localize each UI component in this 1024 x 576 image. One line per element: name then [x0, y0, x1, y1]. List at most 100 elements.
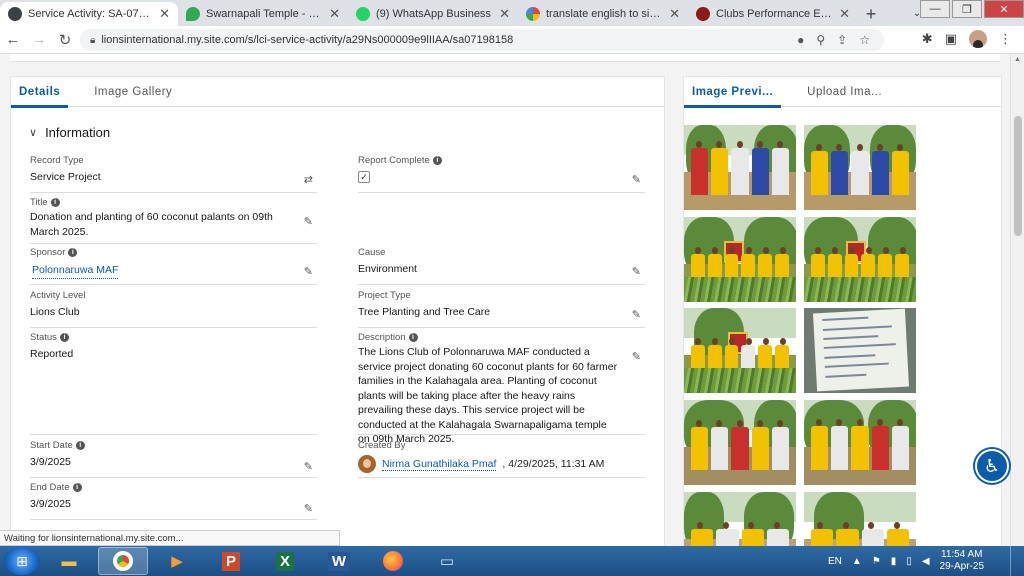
- creator-link[interactable]: Nirma Gunathilaka Pmaf: [382, 458, 497, 471]
- field-label: Activity Level: [30, 290, 86, 301]
- person: [771, 420, 790, 470]
- firefox-icon[interactable]: [368, 547, 418, 575]
- menu-kebab-icon[interactable]: ⋮: [999, 31, 1012, 47]
- field-label-wrap: Title i: [30, 197, 317, 208]
- field-sponsor: Sponsor i Polonnaruwa MAF ✎: [30, 247, 317, 285]
- profile-avatar[interactable]: [969, 30, 987, 48]
- page-scrollbar[interactable]: ▲: [1010, 54, 1024, 546]
- gallery-image[interactable]: [684, 125, 796, 210]
- gallery-image[interactable]: [684, 400, 796, 485]
- action-center-icon[interactable]: ⚑: [872, 556, 881, 567]
- battery-icon[interactable]: ▯: [906, 556, 912, 567]
- person: [891, 143, 910, 195]
- gallery-image[interactable]: [684, 217, 796, 302]
- network-icon[interactable]: ▮: [891, 556, 897, 567]
- scrollbar-thumb[interactable]: [1014, 116, 1022, 236]
- photo-plants: [684, 367, 796, 393]
- clock[interactable]: 11:54 AM 29-Apr-25: [940, 549, 984, 573]
- back-arrow-icon[interactable]: ←: [0, 31, 26, 48]
- browser-tab-maps[interactable]: Swarnapali Temple - Google M ✕: [178, 2, 348, 26]
- share-icon[interactable]: ⇪: [837, 33, 847, 47]
- gallery-image[interactable]: [804, 492, 916, 546]
- close-tab-icon[interactable]: ✕: [499, 6, 510, 22]
- browser-tab-clubs-performance[interactable]: Clubs Performance Evaluation ✕: [688, 2, 858, 26]
- close-window-button[interactable]: ✕: [984, 0, 1024, 18]
- gallery-image[interactable]: [684, 308, 796, 393]
- header-strip: [10, 54, 1000, 62]
- chevron-down-icon[interactable]: ∨: [29, 126, 37, 139]
- extensions-icon[interactable]: ✱: [922, 31, 933, 47]
- show-hidden-icons-icon[interactable]: ▲: [852, 556, 862, 567]
- volume-icon[interactable]: ◀: [922, 556, 930, 567]
- chrome-icon[interactable]: [98, 547, 148, 575]
- edit-pencil-icon[interactable]: ✎: [632, 350, 641, 363]
- close-tab-icon[interactable]: ✕: [669, 6, 680, 22]
- remote-desktop-icon[interactable]: ▭: [422, 547, 472, 575]
- info-icon[interactable]: i: [68, 248, 78, 257]
- tab-details[interactable]: Details: [11, 77, 69, 108]
- browser-tab-label: translate english to sinhala - G: [546, 8, 665, 20]
- url-text[interactable]: lionsinternational.my.site.com/s/lci-ser…: [101, 34, 513, 46]
- excel-icon[interactable]: X: [260, 547, 310, 575]
- edit-pencil-icon[interactable]: ✎: [304, 502, 313, 515]
- field-label-wrap: Sponsor i: [30, 247, 317, 258]
- forward-arrow-icon[interactable]: →: [26, 31, 52, 48]
- field-value: Environment: [358, 263, 417, 275]
- tab-image-gallery[interactable]: Image Gallery: [86, 77, 180, 107]
- gallery-image[interactable]: [804, 400, 916, 485]
- edit-pencil-icon[interactable]: ✎: [632, 173, 641, 186]
- photo-people: [690, 140, 790, 195]
- side-panel-icon[interactable]: ▣: [945, 31, 957, 47]
- information-section-header[interactable]: ∨ Information: [29, 125, 110, 140]
- file-explorer-icon[interactable]: ▬: [44, 547, 94, 575]
- media-player-icon[interactable]: ▶: [152, 547, 202, 575]
- location-icon[interactable]: ●: [797, 33, 804, 47]
- change-record-type-icon[interactable]: ⇄: [304, 173, 313, 186]
- powerpoint-icon[interactable]: P: [206, 547, 256, 575]
- scroll-up-icon[interactable]: ▲: [1014, 56, 1021, 63]
- minimize-button[interactable]: —: [920, 0, 950, 18]
- zoom-icon[interactable]: ⚲: [816, 33, 825, 47]
- close-tab-icon[interactable]: ✕: [159, 6, 170, 22]
- info-icon[interactable]: i: [432, 156, 442, 165]
- user-avatar: [358, 455, 376, 473]
- info-icon[interactable]: i: [59, 333, 69, 342]
- tab-upload-image[interactable]: Upload Ima...: [799, 77, 890, 107]
- info-icon[interactable]: i: [408, 333, 418, 342]
- edit-pencil-icon[interactable]: ✎: [304, 460, 313, 473]
- edit-pencil-icon[interactable]: ✎: [304, 215, 313, 228]
- show-desktop-button[interactable]: [1010, 546, 1024, 576]
- start-button[interactable]: ⊞: [4, 547, 40, 575]
- browser-tab-service-activity[interactable]: Service Activity: SA-07198158 ✕: [0, 2, 178, 26]
- person: [831, 418, 849, 470]
- info-icon[interactable]: i: [72, 483, 82, 492]
- person: [871, 418, 889, 470]
- field-label: Status: [30, 332, 57, 343]
- sponsor-link[interactable]: Polonnaruwa MAF: [32, 263, 119, 279]
- browser-tab-google-translate[interactable]: translate english to sinhala - G ✕: [518, 2, 688, 26]
- close-tab-icon[interactable]: ✕: [839, 6, 850, 22]
- gallery-image[interactable]: [804, 217, 916, 302]
- info-icon[interactable]: i: [75, 441, 85, 450]
- edit-pencil-icon[interactable]: ✎: [632, 265, 641, 278]
- tab-image-preview[interactable]: Image Previ...: [684, 77, 782, 108]
- edit-pencil-icon[interactable]: ✎: [304, 265, 313, 278]
- gallery-image-document[interactable]: [804, 308, 916, 393]
- new-tab-button[interactable]: +: [858, 2, 884, 26]
- edit-pencil-icon[interactable]: ✎: [632, 308, 641, 321]
- gallery-image[interactable]: [684, 492, 796, 546]
- info-icon[interactable]: i: [50, 198, 60, 207]
- field-label-wrap: End Date i: [30, 482, 317, 493]
- address-bar[interactable]: 🔒︎ lionsinternational.my.site.com/s/lci-…: [80, 29, 884, 51]
- word-icon[interactable]: W: [314, 547, 364, 575]
- restore-button[interactable]: ❐: [952, 0, 982, 18]
- field-label: Record Type: [30, 155, 84, 166]
- reload-icon[interactable]: ↻: [52, 31, 78, 49]
- bookmark-star-icon[interactable]: ☆: [859, 33, 870, 47]
- language-indicator[interactable]: EN: [828, 556, 842, 567]
- gallery-image[interactable]: [804, 125, 916, 210]
- accessibility-button[interactable]: ♿︎: [975, 449, 1009, 483]
- close-tab-icon[interactable]: ✕: [329, 6, 340, 22]
- browser-tab-whatsapp[interactable]: (9) WhatsApp Business ✕: [348, 2, 518, 26]
- lock-icon[interactable]: 🔒︎: [90, 35, 95, 46]
